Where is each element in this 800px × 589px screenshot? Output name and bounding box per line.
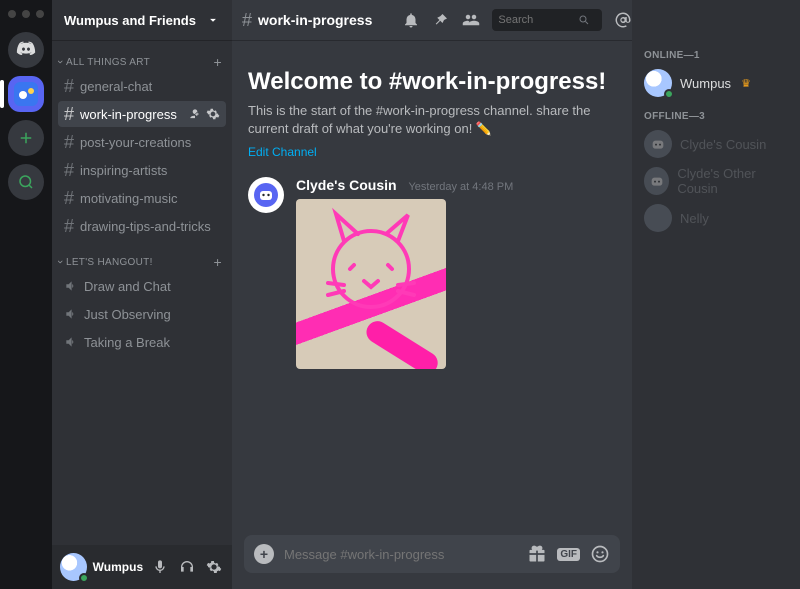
crown-icon: ♛ bbox=[741, 77, 751, 90]
mute-button[interactable] bbox=[149, 556, 170, 578]
user-panel: Wumpus bbox=[52, 545, 232, 589]
gear-icon bbox=[206, 559, 222, 575]
member-clydes-cousin[interactable]: Clyde's Cousin bbox=[640, 126, 792, 162]
speaker-icon bbox=[64, 307, 78, 321]
category-all-things-art[interactable]: ALL THINGS ART + bbox=[52, 40, 232, 72]
voice-just-observing[interactable]: Just Observing bbox=[58, 301, 226, 327]
messages-scroll[interactable]: Welcome to #work-in-progress! This is th… bbox=[232, 40, 632, 535]
search-box[interactable] bbox=[492, 9, 602, 31]
speaker-icon bbox=[64, 279, 78, 293]
headphones-icon bbox=[179, 559, 195, 575]
add-channel-icon[interactable]: + bbox=[214, 54, 222, 70]
channel-inspiring-artists[interactable]: #inspiring-artists bbox=[58, 157, 226, 183]
channel-work-in-progress[interactable]: # work-in-progress bbox=[58, 101, 226, 127]
cat-sketch-icon bbox=[296, 199, 446, 369]
avatar bbox=[644, 130, 672, 158]
members-toggle-icon[interactable] bbox=[462, 11, 480, 29]
voice-taking-break[interactable]: Taking a Break bbox=[58, 329, 226, 355]
bell-icon[interactable] bbox=[402, 11, 420, 29]
voice-draw-and-chat[interactable]: Draw and Chat bbox=[58, 273, 226, 299]
emoji-icon[interactable] bbox=[590, 544, 610, 564]
chat-area: #work-in-progress share the current draf… bbox=[232, 0, 632, 589]
self-avatar[interactable] bbox=[60, 553, 87, 581]
message-author[interactable]: Clyde's Cousin bbox=[296, 177, 397, 193]
explore-servers-button[interactable] bbox=[8, 164, 44, 200]
server-header[interactable]: Wumpus and Friends bbox=[52, 0, 232, 40]
message-timestamp: Yesterday at 4:48 PM bbox=[408, 181, 513, 193]
speaker-icon bbox=[64, 335, 78, 349]
attach-button[interactable]: + bbox=[254, 544, 274, 564]
members-online-header: ONLINE—1 bbox=[644, 50, 788, 61]
bot-avatar-icon bbox=[649, 173, 665, 189]
message-composer: + GIF bbox=[244, 535, 620, 573]
avatar bbox=[644, 69, 672, 97]
message-avatar[interactable] bbox=[248, 177, 284, 213]
members-offline-header: OFFLINE—3 bbox=[644, 111, 788, 122]
message-row: Clyde's Cousin Yesterday at 4:48 PM bbox=[248, 177, 616, 369]
gif-button[interactable]: GIF bbox=[557, 548, 580, 561]
user-settings-button[interactable] bbox=[203, 556, 224, 578]
channel-drawing-tips[interactable]: #drawing-tips-and-tricks bbox=[58, 213, 226, 239]
edit-channel-link[interactable]: Edit Channel bbox=[248, 145, 317, 159]
compass-icon bbox=[17, 173, 35, 191]
welcome-body: This is the start of the #work-in-progre… bbox=[248, 102, 608, 137]
avatar bbox=[644, 204, 672, 232]
invite-icon[interactable] bbox=[188, 107, 202, 121]
guild-wumpus-and-friends[interactable] bbox=[8, 76, 44, 112]
bot-avatar-icon bbox=[254, 183, 278, 207]
chat-header: #work-in-progress share the current draf… bbox=[232, 0, 632, 40]
channel-sidebar: Wumpus and Friends ALL THINGS ART + #gen… bbox=[52, 0, 232, 589]
member-clydes-other-cousin[interactable]: Clyde's Other Cousin bbox=[640, 162, 792, 200]
plus-icon bbox=[17, 129, 35, 147]
mentions-icon[interactable] bbox=[614, 11, 632, 29]
welcome-title: Welcome to #work-in-progress! bbox=[248, 68, 616, 96]
window-traffic-lights bbox=[8, 10, 44, 18]
message-input[interactable] bbox=[284, 547, 517, 562]
add-server-button[interactable] bbox=[8, 120, 44, 156]
bot-avatar-icon bbox=[650, 136, 666, 152]
server-name: Wumpus and Friends bbox=[64, 13, 196, 28]
guilds-bar bbox=[0, 0, 52, 589]
member-nelly[interactable]: Nelly bbox=[640, 200, 792, 236]
channel-welcome: Welcome to #work-in-progress! This is th… bbox=[248, 68, 616, 159]
self-username: Wumpus bbox=[93, 560, 143, 574]
discord-logo-icon bbox=[16, 40, 36, 60]
add-channel-icon[interactable]: + bbox=[214, 254, 222, 270]
deafen-button[interactable] bbox=[176, 556, 197, 578]
member-wumpus[interactable]: Wumpus ♛ bbox=[640, 65, 792, 101]
members-sidebar: ONLINE—1 Wumpus ♛ OFFLINE—3 Clyde's Cous… bbox=[632, 0, 800, 589]
search-input[interactable] bbox=[498, 14, 578, 26]
message-attachment[interactable] bbox=[296, 199, 446, 369]
gift-icon[interactable] bbox=[527, 544, 547, 564]
home-button[interactable] bbox=[8, 32, 44, 68]
server-avatar-icon bbox=[14, 82, 38, 106]
channel-motivating-music[interactable]: #motivating-music bbox=[58, 185, 226, 211]
pin-icon[interactable] bbox=[432, 11, 450, 29]
category-lets-hangout[interactable]: LET'S HANGOUT! + bbox=[52, 240, 232, 272]
channel-post-your-creations[interactable]: #post-your-creations bbox=[58, 129, 226, 155]
header-channel-name: work-in-progress bbox=[258, 12, 372, 28]
search-icon bbox=[578, 14, 590, 26]
avatar bbox=[644, 167, 669, 195]
mic-icon bbox=[152, 559, 168, 575]
channel-general-chat[interactable]: #general-chat bbox=[58, 73, 226, 99]
gear-icon[interactable] bbox=[206, 107, 220, 121]
chevron-down-icon bbox=[206, 13, 220, 27]
